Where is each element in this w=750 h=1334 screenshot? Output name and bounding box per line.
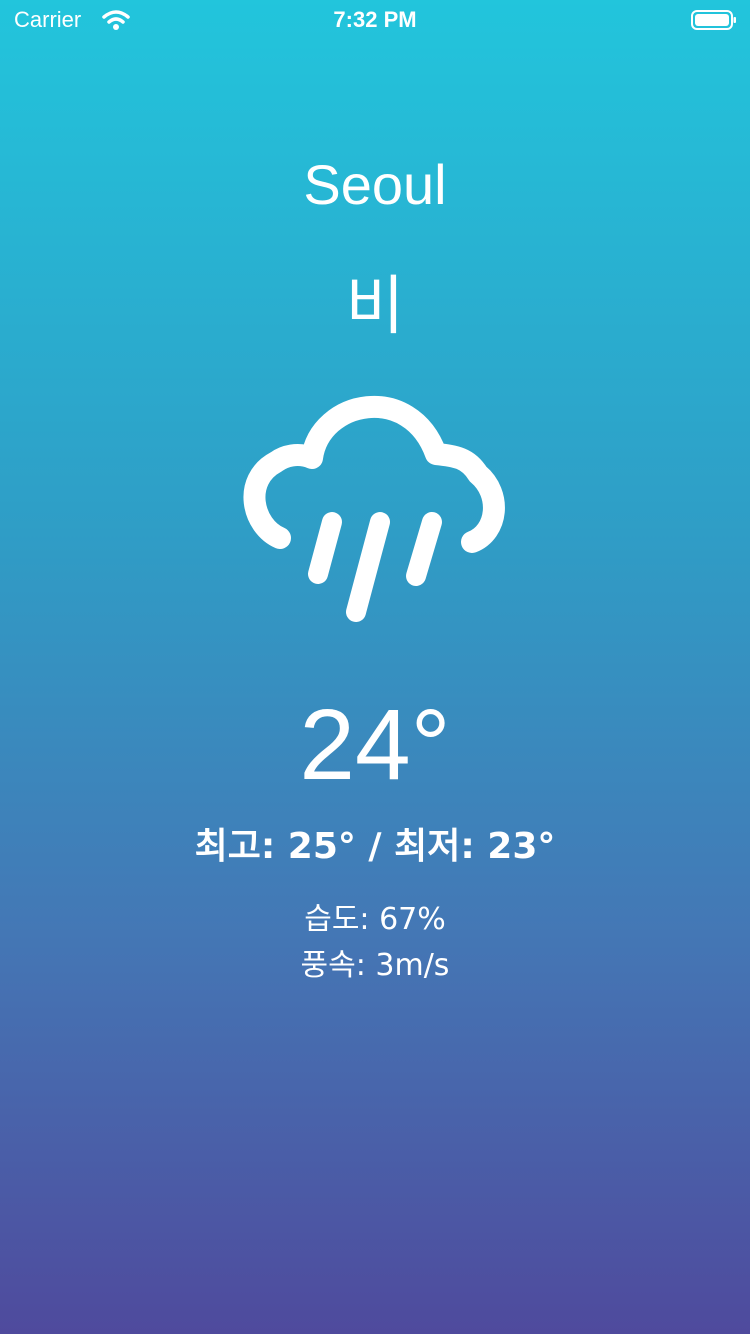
humidity-label: 습도: 67% xyxy=(304,902,446,937)
current-temperature: 24° xyxy=(299,689,451,801)
high-low-temperature: 최고: 25° / 최저: 23° xyxy=(194,826,556,867)
weather-condition: 비 xyxy=(345,270,405,344)
status-time: 7:32 PM xyxy=(333,7,417,32)
wind-speed-label: 풍속: 3m/s xyxy=(300,948,450,983)
battery-icon xyxy=(691,9,737,31)
rain-cloud-icon xyxy=(240,390,510,630)
status-bar: Carrier 7:32 PM xyxy=(0,0,750,40)
city-name: Seoul xyxy=(303,153,447,216)
